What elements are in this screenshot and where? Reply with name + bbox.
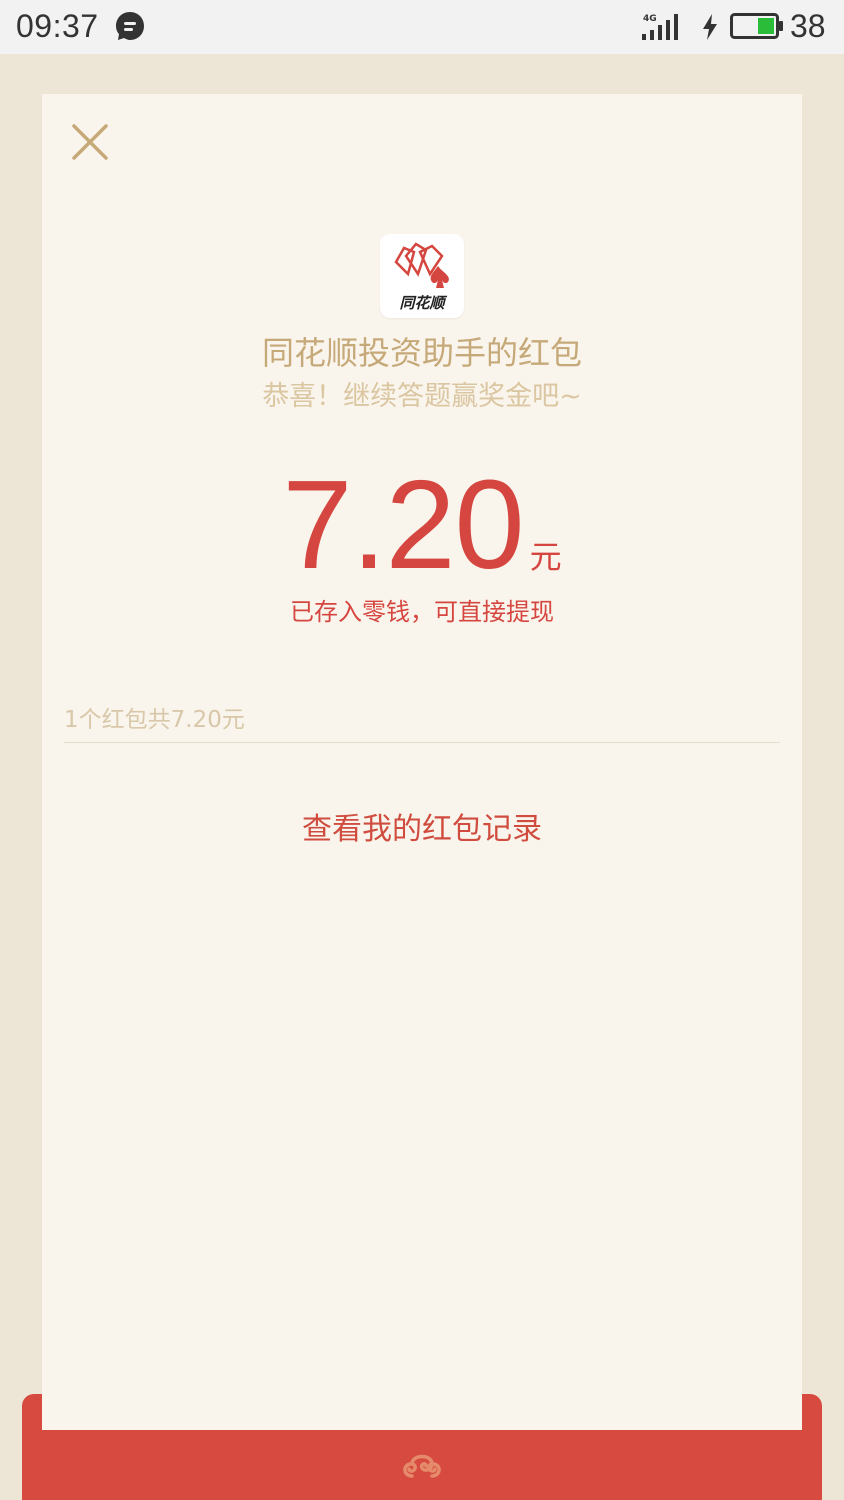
close-icon[interactable] xyxy=(70,122,110,162)
amount-display: 7.20 元 xyxy=(0,462,844,588)
sender-title: 同花顺投资助手的红包 xyxy=(261,334,582,372)
sender-logo: 同花顺 xyxy=(380,234,464,318)
status-bar: 09:37 4G 38 xyxy=(0,0,844,54)
stored-note: 已存入零钱，可直接提现 xyxy=(290,598,554,626)
greeting-message: 恭喜！继续答题赢奖金吧~ xyxy=(262,381,582,412)
amount-value: 7.20 xyxy=(282,454,524,595)
cloud-emblem-icon xyxy=(403,1454,441,1478)
playing-cards-icon xyxy=(394,242,449,288)
svg-text:4G: 4G xyxy=(643,14,657,24)
chat-bubble-icon xyxy=(116,12,144,40)
status-time: 09:37 xyxy=(16,8,99,44)
battery-icon xyxy=(730,13,783,39)
logo-text: 同花顺 xyxy=(399,294,445,312)
amount-unit: 元 xyxy=(529,538,562,576)
divider xyxy=(64,742,780,743)
battery-level: 38 xyxy=(790,8,826,44)
view-records-link[interactable]: 查看我的红包记录 xyxy=(0,804,844,848)
signal-icon: 4G xyxy=(642,14,678,40)
packet-summary: 1个红包共7.20元 xyxy=(64,707,245,733)
charging-bolt-icon xyxy=(703,14,717,40)
